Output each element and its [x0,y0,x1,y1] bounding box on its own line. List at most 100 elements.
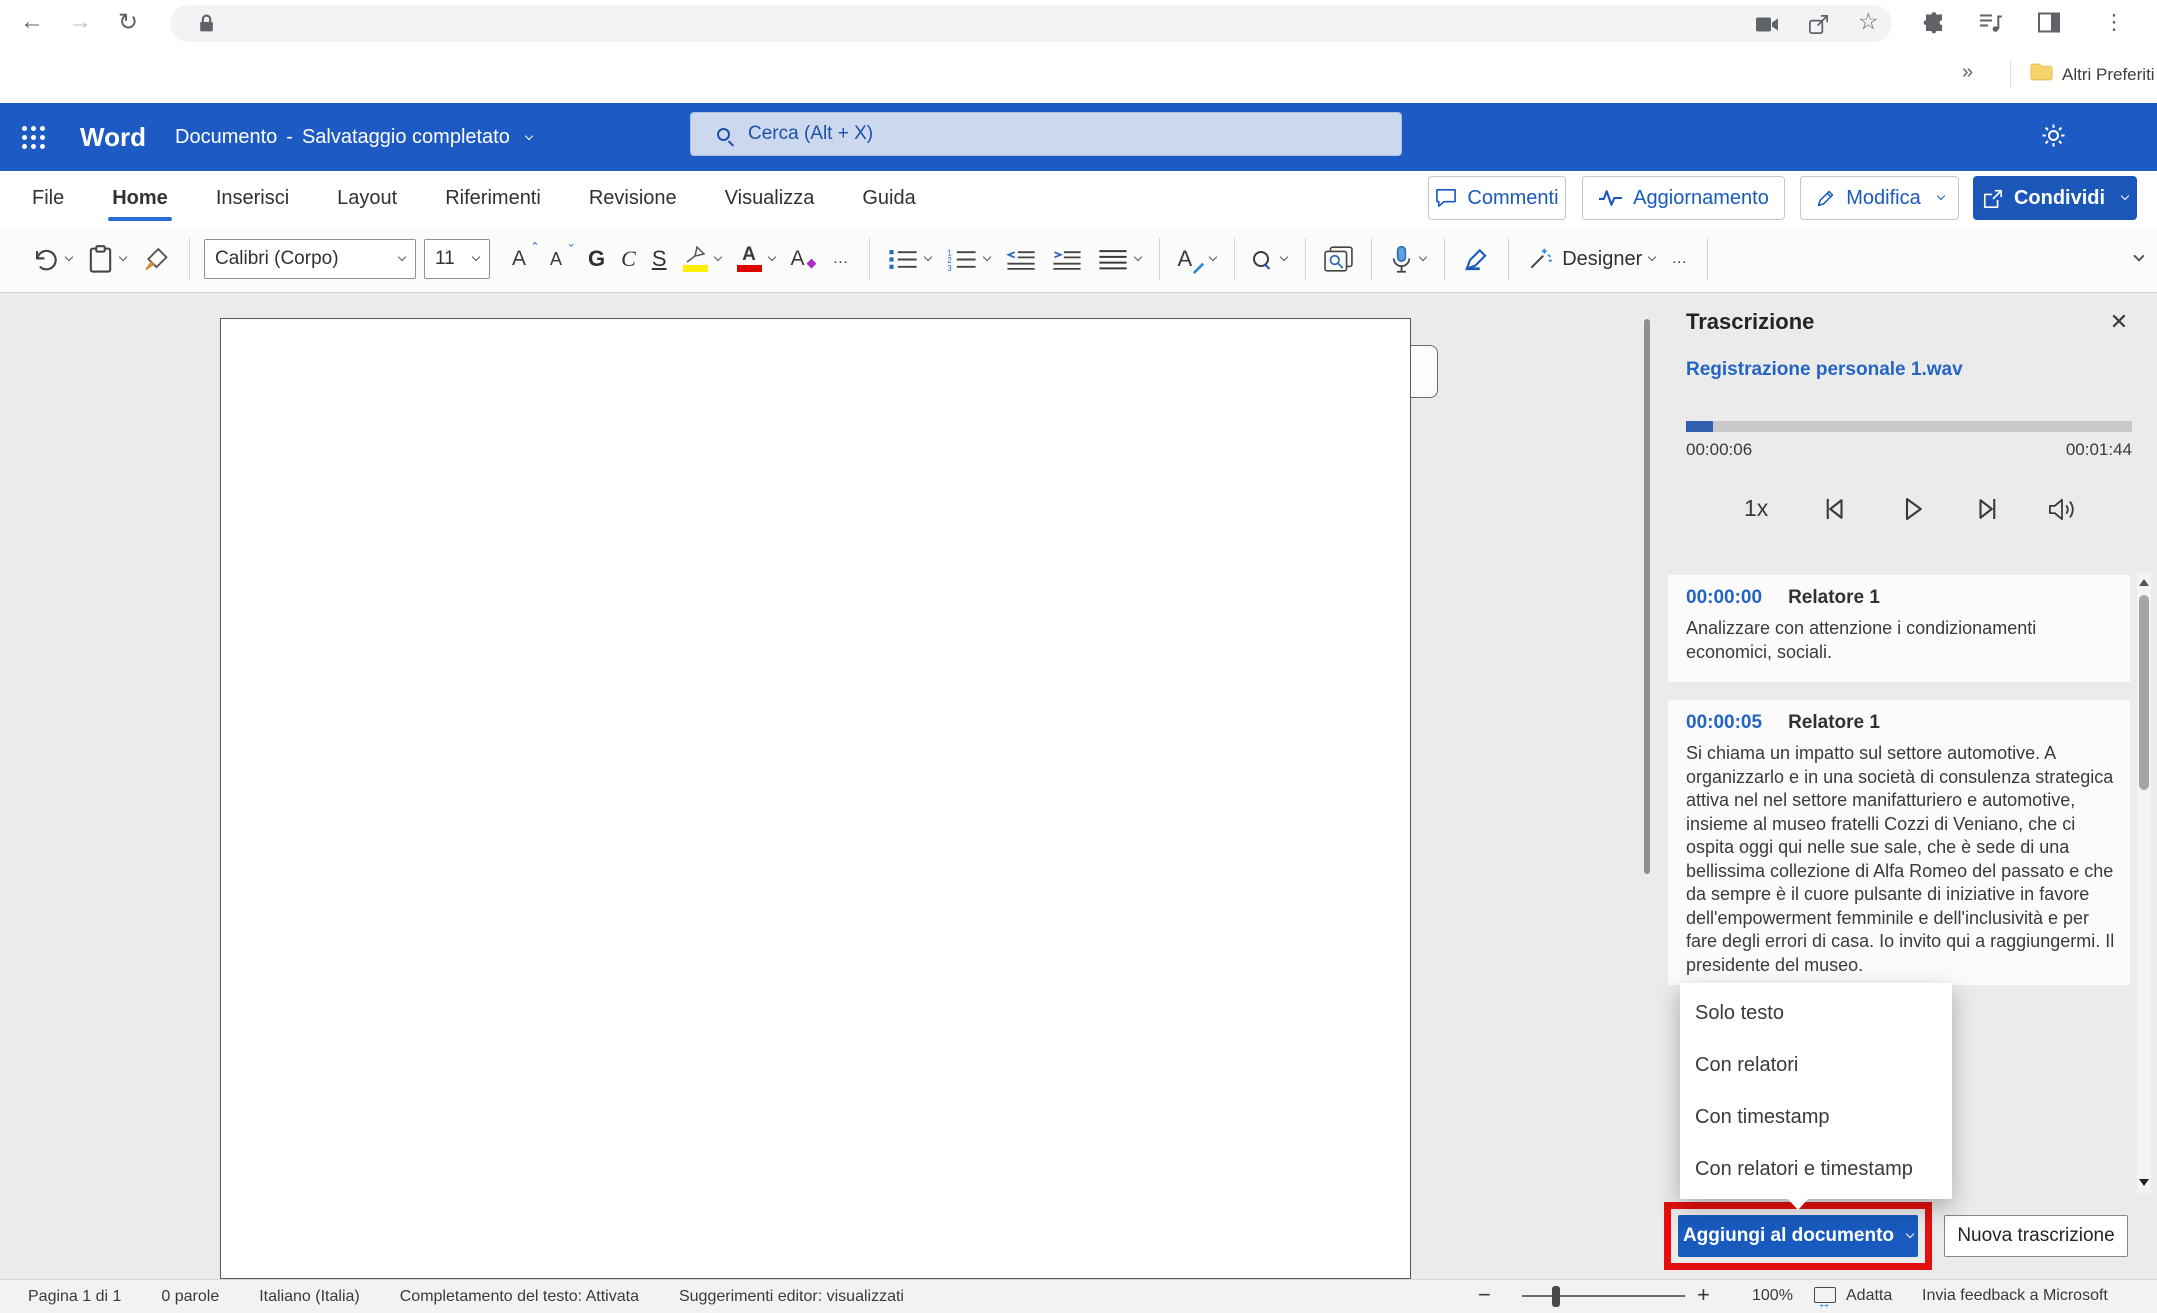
italic-button[interactable]: C [613,236,644,282]
share-page-icon[interactable] [1807,13,1830,41]
entry-timestamp[interactable]: 00:00:00 [1686,587,1762,609]
browser-forward-button[interactable]: → [62,4,98,40]
zoom-in-button[interactable]: + [1697,1282,1710,1308]
title-separator: - [286,126,293,149]
entry-text[interactable]: Analizzare con attenzione i condizioname… [1686,617,2116,664]
close-panel-button[interactable]: ✕ [2102,305,2136,339]
increase-indent-button[interactable] [1044,236,1090,282]
font-name-select[interactable]: Calibri (Corpo) [204,239,416,279]
search-bar[interactable]: Cerca (Alt + X) [690,112,1402,156]
menu-item-con-timestamp[interactable]: Con timestamp [1680,1091,1952,1143]
scroll-down-arrow-icon[interactable] [2139,1179,2149,1186]
updates-button[interactable]: Aggiornamento [1582,176,1785,220]
camera-icon[interactable] [1755,16,1779,38]
settings-gear-icon[interactable] [2040,122,2067,154]
tab-home[interactable]: Home [112,171,168,226]
styles-button[interactable]: A [1170,236,1225,282]
dictate-button[interactable] [1382,236,1434,282]
numbered-list-button[interactable]: 123 [939,236,998,282]
zoom-out-button[interactable]: − [1478,1282,1491,1308]
side-panel-icon[interactable] [2038,12,2060,38]
recording-file-link[interactable]: Registrazione personale 1.wav [1686,359,1963,381]
playlist-music-icon[interactable] [1978,12,2003,39]
underline-button[interactable]: S [644,236,675,282]
font-size-select[interactable]: 11 [424,239,490,279]
playback-speed-button[interactable]: 1x [1744,495,1768,522]
volume-button[interactable] [2044,491,2080,527]
audio-progress-bar[interactable] [1686,421,2132,432]
bookmarks-overflow-chevron[interactable]: » [1962,61,1973,84]
bullet-list-button[interactable] [880,236,939,282]
editor-button[interactable] [1455,236,1498,282]
grow-font-button[interactable]: Aˆ [504,236,534,282]
document-page[interactable] [220,318,1411,1279]
text-completion-status[interactable]: Completamento del testo: Attivata [400,1288,639,1306]
entry-text[interactable]: Si chiama un impatto sul settore automot… [1686,742,2116,977]
pencil-icon [1815,188,1836,209]
app-name[interactable]: Word [80,122,146,153]
font-color-button[interactable]: A [729,236,783,282]
clear-formatting-button[interactable]: A◆ [783,236,813,282]
play-button[interactable] [1894,491,1930,527]
zoom-level[interactable]: 100% [1752,1287,1793,1305]
browser-reload-button[interactable]: ↻ [110,4,146,40]
document-name[interactable]: Documento [175,126,277,149]
bold-button[interactable]: G [580,236,613,282]
document-title-bar[interactable]: Documento - Salvataggio completato [175,126,532,149]
tab-visualizza[interactable]: Visualizza [725,171,815,226]
comments-button[interactable]: Commenti [1428,176,1566,220]
skip-back-button[interactable] [1816,491,1852,527]
shrink-font-button[interactable]: Aˇ [542,236,570,282]
tab-inserisci[interactable]: Inserisci [216,171,289,226]
edit-mode-button[interactable]: Modifica [1800,176,1959,220]
more-options-button[interactable]: … [1663,236,1697,282]
app-launcher-icon[interactable] [22,126,44,148]
decrease-indent-button[interactable] [998,236,1044,282]
skip-forward-button[interactable] [1970,491,2006,527]
menu-item-con-relatori[interactable]: Con relatori [1680,1039,1952,1091]
tab-guida[interactable]: Guida [862,171,915,226]
page-count[interactable]: Pagina 1 di 1 [28,1288,121,1306]
browser-back-button[interactable]: ← [14,4,50,40]
transcript-entry[interactable]: 00:00:00 Relatore 1 Analizzare con atten… [1668,575,2130,682]
page-side-tab[interactable] [1411,345,1438,398]
document-scrollbar-thumb[interactable] [1644,319,1650,874]
word-count[interactable]: 0 parole [161,1288,219,1306]
entry-timestamp[interactable]: 00:00:05 [1686,712,1762,734]
zoom-slider-thumb[interactable] [1552,1286,1560,1307]
menu-item-solo-testo[interactable]: Solo testo [1680,987,1952,1039]
designer-button[interactable]: Designer [1519,236,1663,282]
alignment-button[interactable] [1090,236,1149,282]
paste-button[interactable] [80,236,134,282]
address-bar[interactable]: ☆ [170,5,1892,42]
format-painter-button[interactable] [134,236,179,282]
new-transcription-button[interactable]: Nuova trascrizione [1944,1215,2128,1257]
tab-file[interactable]: File [32,171,64,226]
tab-revisione[interactable]: Revisione [589,171,677,226]
bookmark-star-icon[interactable]: ☆ [1858,8,1879,35]
undo-button[interactable] [24,236,80,282]
tab-layout[interactable]: Layout [337,171,397,226]
feedback-link[interactable]: Invia feedback a Microsoft [1922,1287,2108,1305]
tab-riferimenti[interactable]: Riferimenti [445,171,541,226]
transcript-entry[interactable]: 00:00:05 Relatore 1 Si chiama un impatto… [1668,700,2130,985]
bullet-list-chevron-icon [923,253,931,261]
panel-scrollbar-thumb[interactable] [2139,595,2149,790]
extensions-puzzle-icon[interactable] [1922,11,1946,40]
editor-suggestions-status[interactable]: Suggerimenti editor: visualizzati [679,1288,904,1306]
immersive-reader-button[interactable] [1316,236,1361,282]
zoom-slider-track[interactable] [1522,1295,1685,1297]
language[interactable]: Italiano (Italia) [259,1288,360,1306]
scroll-up-arrow-icon[interactable] [2139,579,2149,586]
highlight-color-button[interactable] [675,236,729,282]
fit-page-button[interactable]: Adatta [1846,1287,1892,1305]
browser-menu-icon[interactable]: ⋮ [2096,4,2132,40]
share-button[interactable]: Condividi [1973,176,2137,220]
menu-item-con-relatori-e-timestamp[interactable]: Con relatori e timestamp [1680,1143,1952,1195]
bookmarks-folder-label[interactable]: Altri Preferiti [2062,65,2155,85]
title-chevron-icon[interactable] [525,131,533,139]
more-formatting-button[interactable]: … [825,236,859,282]
find-button[interactable] [1245,236,1295,282]
font-size-chevron-icon [472,253,480,261]
font-name-chevron-icon [398,253,406,261]
